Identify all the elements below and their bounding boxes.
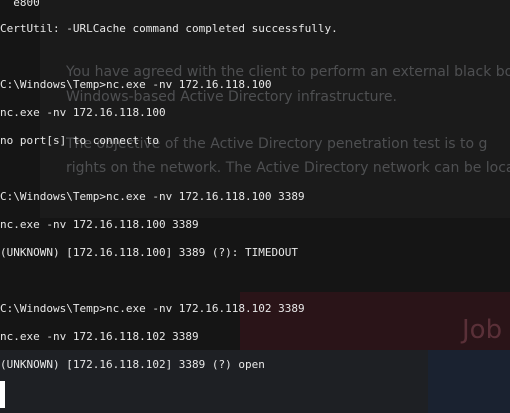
screen: You have agreed with the client to perfo… xyxy=(0,0,510,413)
terminal-prompt-line: C:\Windows\Temp>nc.exe -nv 172.16.118.10… xyxy=(0,78,272,91)
terminal-window[interactable]: e800 CertUtil: -URLCache command complet… xyxy=(0,0,510,413)
terminal-line: CertUtil: -URLCache command completed su… xyxy=(0,22,338,35)
terminal-line: nc.exe -nv 172.16.118.100 3389 xyxy=(0,218,199,231)
terminal-prompt-line: C:\Windows\Temp>nc.exe -nv 172.16.118.10… xyxy=(0,190,305,203)
terminal-line: nc.exe -nv 172.16.118.102 3389 xyxy=(0,330,199,343)
terminal-line: nc.exe -nv 172.16.118.100 xyxy=(0,106,166,119)
terminal-line: (UNKNOWN) [172.16.118.100] 3389 (?): TIM… xyxy=(0,246,299,259)
terminal-line: no port[s] to connect to xyxy=(0,134,159,147)
terminal-line: e800 xyxy=(0,0,40,9)
terminal-line: (UNKNOWN) [172.16.118.102] 3389 (?) open xyxy=(0,358,265,371)
terminal-prompt-line: C:\Windows\Temp>nc.exe -nv 172.16.118.10… xyxy=(0,302,305,315)
terminal-cursor[interactable] xyxy=(0,381,5,408)
